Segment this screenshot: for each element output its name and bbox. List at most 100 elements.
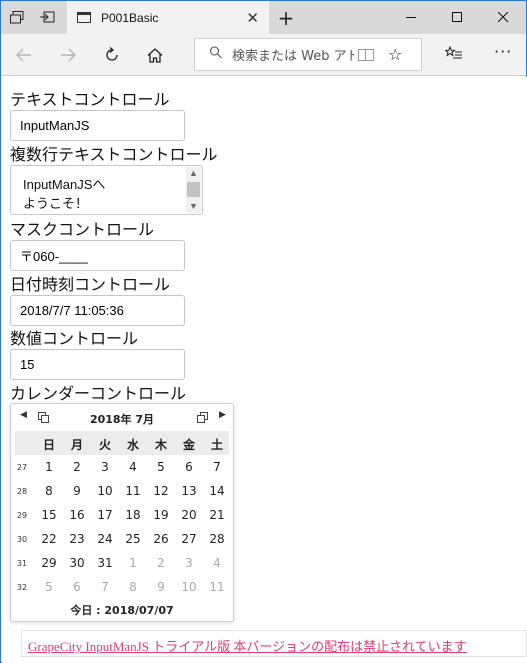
calendar-day[interactable]: 12: [147, 484, 175, 498]
calendar-day[interactable]: 2: [147, 556, 175, 570]
multiline-line-1: InputManJSへ: [23, 177, 106, 192]
back-arrow-icon[interactable]: [7, 38, 41, 72]
calendar-day[interactable]: 11: [203, 580, 231, 594]
calendar-day[interactable]: 3: [91, 460, 119, 474]
mask-control-label: マスクコントロール: [10, 220, 155, 239]
calendar-day[interactable]: 28: [203, 532, 231, 546]
close-window-icon[interactable]: [480, 1, 526, 34]
calendar-day[interactable]: 30: [63, 556, 91, 570]
weekday-label: 月: [70, 438, 83, 452]
favorite-star-icon[interactable]: ☆: [388, 45, 402, 64]
tab-manager-icon[interactable]: [3, 1, 31, 34]
more-options-icon[interactable]: ···: [494, 42, 512, 61]
calendar-day[interactable]: 13: [175, 484, 203, 498]
calendar-day[interactable]: 10: [175, 580, 203, 594]
calendar-day[interactable]: 14: [203, 484, 231, 498]
maximize-icon[interactable]: [434, 1, 480, 34]
calendar-day[interactable]: 25: [119, 532, 147, 546]
datetime-control-input[interactable]: 2018/7/7 11:05:36: [10, 295, 185, 326]
multiline-line-2: ようこそ！: [23, 196, 89, 211]
text-control-input[interactable]: InputManJS: [10, 110, 185, 141]
calendar-day[interactable]: 23: [63, 532, 91, 546]
calendar-control-label: カレンダーコントロール: [10, 384, 187, 403]
calendar-day[interactable]: 8: [35, 484, 63, 498]
calendar-day[interactable]: 6: [175, 460, 203, 474]
calendar-control[interactable]: ◀ 2018年 7月 ▶ 日月火水木金土 27 1 2 3 4 5 6 7 28 8 9 10 11 12…: [10, 403, 234, 622]
next-year-icon[interactable]: [197, 412, 208, 423]
tab-p001basic[interactable]: P001Basic ✕: [67, 1, 269, 34]
forward-arrow-icon[interactable]: [51, 38, 85, 72]
calendar-header: ◀ 2018年 7月 ▶: [11, 404, 233, 431]
week-number: 32: [16, 583, 28, 592]
calendar-day[interactable]: 4: [203, 556, 231, 570]
calendar-week-row: 32 5 6 7 8 9 10 11: [15, 576, 229, 600]
calendar-day[interactable]: 22: [35, 532, 63, 546]
week-number: 29: [16, 511, 28, 520]
refresh-icon[interactable]: [95, 38, 129, 72]
calendar-day[interactable]: 24: [91, 532, 119, 546]
address-bar[interactable]: 検索または Web アドレス ☆: [194, 38, 422, 71]
calendar-day[interactable]: 9: [63, 484, 91, 498]
calendar-week-row: 28 8 9 10 11 12 13 14: [15, 480, 229, 504]
calendar-day[interactable]: 9: [147, 580, 175, 594]
multiline-control-textarea[interactable]: InputManJSへ ようこそ！ ▲ ▼: [10, 165, 203, 215]
calendar-day[interactable]: 7: [91, 580, 119, 594]
calendar-day[interactable]: 1: [119, 556, 147, 570]
calendar-day[interactable]: 17: [91, 508, 119, 522]
address-input[interactable]: 検索または Web アドレス: [232, 45, 354, 64]
trial-banner-link[interactable]: GrapeCity InputManJS トライアル版 本バージョンの配布は禁止…: [28, 636, 467, 655]
calendar-day[interactable]: 3: [175, 556, 203, 570]
favorites-hub-icon[interactable]: [444, 45, 463, 64]
multiline-control-label: 複数行テキストコントロール: [10, 145, 218, 164]
calendar-day[interactable]: 31: [91, 556, 119, 570]
calendar-day[interactable]: 5: [35, 580, 63, 594]
tab-title: P001Basic: [101, 10, 159, 25]
calendar-week-row: 30 22 23 24 25 26 27 28: [15, 528, 229, 552]
minimize-icon[interactable]: [388, 1, 434, 34]
text-control-label: テキストコントロール: [10, 90, 170, 109]
weekday-label: 土: [210, 438, 223, 452]
calendar-week-row: 27 1 2 3 4 5 6 7: [15, 456, 229, 480]
calendar-day[interactable]: 5: [147, 460, 175, 474]
number-control-input[interactable]: 15: [10, 349, 185, 380]
set-aside-tabs-icon[interactable]: [33, 1, 61, 34]
calendar-day[interactable]: 21: [203, 508, 231, 522]
calendar-day[interactable]: 20: [175, 508, 203, 522]
next-month-icon[interactable]: ▶: [219, 410, 226, 420]
calendar-day[interactable]: 7: [203, 460, 231, 474]
today-button[interactable]: 今日 : 2018/07/07: [11, 602, 233, 618]
week-number: 27: [16, 463, 28, 472]
calendar-day[interactable]: 6: [63, 580, 91, 594]
calendar-day[interactable]: 19: [147, 508, 175, 522]
calendar-day[interactable]: 4: [119, 460, 147, 474]
reading-view-icon[interactable]: [358, 48, 374, 61]
calendar-day[interactable]: 8: [119, 580, 147, 594]
weekday-label: 木: [154, 438, 167, 452]
calendar-day[interactable]: 16: [63, 508, 91, 522]
close-tab-icon[interactable]: ✕: [246, 9, 259, 27]
home-icon[interactable]: [138, 38, 172, 72]
weekday-label: 日: [42, 438, 55, 452]
page-content: テキストコントロール InputManJS 複数行テキストコントロール Inpu…: [2, 77, 527, 663]
calendar-day[interactable]: 26: [147, 532, 175, 546]
calendar-day[interactable]: 2: [63, 460, 91, 474]
calendar-day[interactable]: 29: [35, 556, 63, 570]
week-number: 31: [16, 559, 28, 568]
calendar-day[interactable]: 18: [119, 508, 147, 522]
scroll-down-icon[interactable]: ▼: [186, 200, 201, 213]
calendar-day[interactable]: 1: [35, 460, 63, 474]
new-tab-button[interactable]: +: [271, 1, 301, 34]
scroll-up-icon[interactable]: ▲: [186, 167, 201, 180]
calendar-day[interactable]: 11: [119, 484, 147, 498]
datetime-control-label: 日付時刻コントロール: [10, 275, 171, 294]
scroll-thumb[interactable]: [187, 182, 200, 197]
calendar-day[interactable]: 15: [35, 508, 63, 522]
tab-bar: P001Basic ✕ +: [1, 1, 526, 34]
number-control-label: 数値コントロール: [10, 329, 139, 348]
calendar-day[interactable]: 10: [91, 484, 119, 498]
week-number: 28: [16, 487, 28, 496]
mask-control-input[interactable]: 〒060-____: [10, 240, 185, 271]
calendar-day[interactable]: 27: [175, 532, 203, 546]
calendar-week-row: 29 15 16 17 18 19 20 21: [15, 504, 229, 528]
textarea-scrollbar[interactable]: ▲ ▼: [186, 167, 201, 213]
